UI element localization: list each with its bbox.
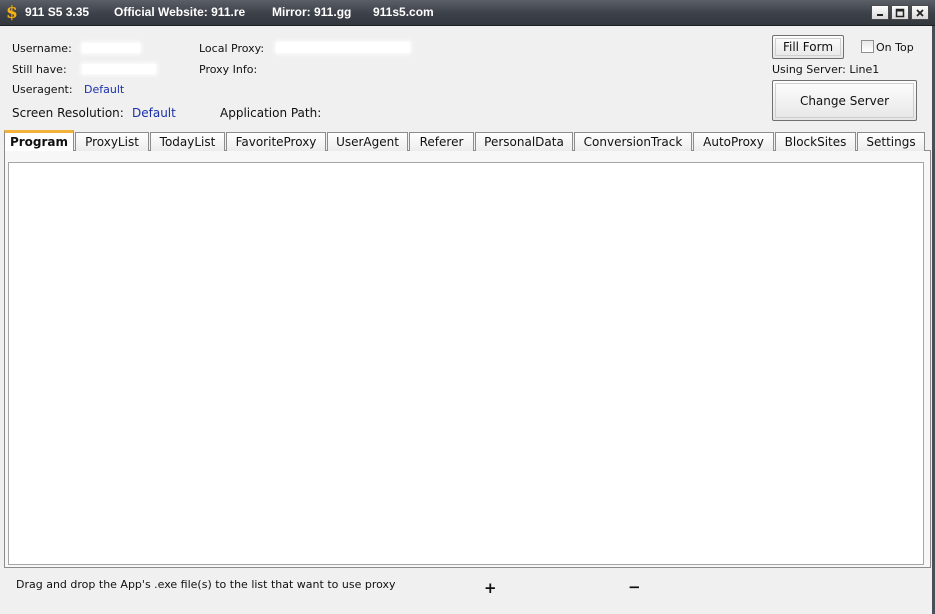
tab-bar: Program ProxyList TodayList FavoriteProx… — [0, 130, 935, 151]
tab-favoriteproxy[interactable]: FavoriteProxy — [226, 132, 326, 151]
tab-conversiontrack[interactable]: ConversionTrack — [574, 132, 692, 151]
remove-program-button[interactable]: − — [628, 580, 641, 595]
add-program-button[interactable]: + — [484, 581, 497, 596]
still-have-label: Still have: — [12, 63, 67, 76]
tab-autoproxy[interactable]: AutoProxy — [693, 132, 774, 151]
drag-drop-hint: Drag and drop the App's .exe file(s) to … — [16, 578, 396, 591]
proxy-info-label: Proxy Info: — [199, 63, 258, 76]
screen-resolution-label: Screen Resolution: — [12, 106, 124, 120]
useragent-value[interactable]: Default — [84, 83, 124, 96]
tab-settings[interactable]: Settings — [857, 132, 925, 151]
tab-referer[interactable]: Referer — [409, 132, 474, 151]
official-website-text: Official Website: 911.re — [114, 5, 246, 19]
application-path-label: Application Path: — [220, 106, 322, 120]
local-proxy-label: Local Proxy: — [199, 42, 265, 55]
change-server-label: Change Server — [799, 93, 890, 108]
tab-todaylist[interactable]: TodayList — [150, 132, 225, 151]
tab-personaldata[interactable]: PersonalData — [475, 132, 573, 151]
tab-proxylist[interactable]: ProxyList — [75, 132, 149, 151]
close-button[interactable] — [911, 5, 929, 20]
fill-form-label: Fill Form — [782, 40, 834, 54]
change-server-button[interactable]: Change Server — [772, 80, 917, 121]
fill-form-button[interactable]: Fill Form — [772, 35, 844, 59]
local-proxy-value-redacted — [276, 42, 410, 53]
tab-blocksites[interactable]: BlockSites — [775, 132, 856, 151]
mirror-text: Mirror: 911.gg — [272, 5, 352, 19]
on-top-label: On Top — [876, 41, 914, 54]
maximize-button[interactable] — [891, 5, 909, 20]
username-value-redacted — [82, 43, 140, 53]
alt-site-text: 911s5.com — [373, 5, 434, 19]
window-controls — [871, 5, 929, 20]
dollar-icon: $ — [6, 3, 18, 23]
tab-useragent[interactable]: UserAgent — [327, 132, 408, 151]
still-have-value-redacted — [82, 64, 156, 74]
title-bar[interactable]: $ 911 S5 3.35 Official Website: 911.re M… — [0, 0, 935, 26]
maximize-icon — [895, 8, 905, 17]
username-label: Username: — [12, 42, 72, 55]
useragent-label: Useragent: — [12, 83, 73, 96]
screen-resolution-value[interactable]: Default — [132, 106, 176, 120]
program-list[interactable] — [8, 162, 924, 565]
close-icon — [916, 8, 924, 17]
using-server-text: Using Server: Line1 — [772, 63, 880, 76]
minimize-button[interactable] — [871, 5, 889, 20]
tab-program[interactable]: Program — [4, 130, 74, 151]
minimize-icon — [877, 13, 883, 16]
on-top-checkbox[interactable] — [861, 40, 874, 53]
app-title: 911 S5 3.35 — [25, 5, 90, 19]
